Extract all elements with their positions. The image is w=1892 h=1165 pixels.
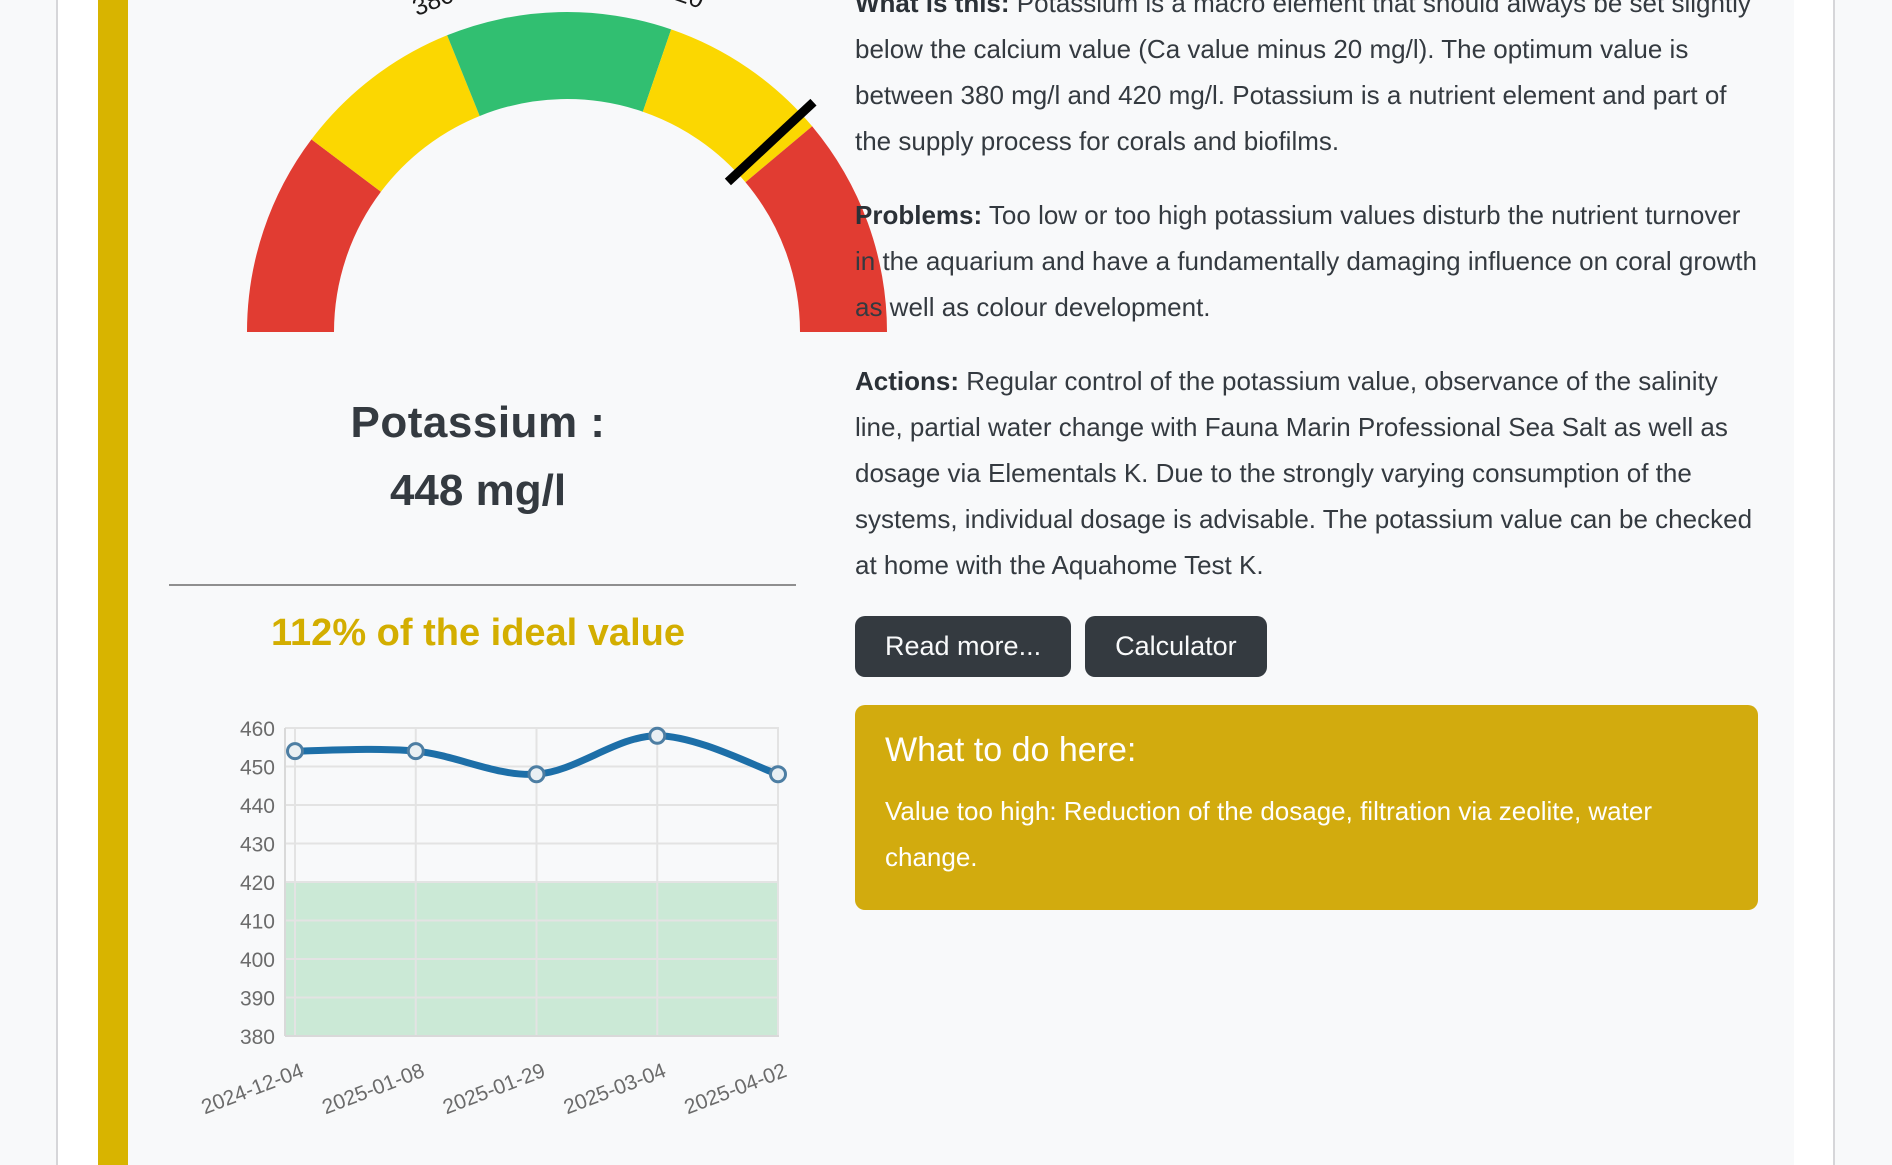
paragraph-text: Too low or too high potassium values dis… <box>855 200 1757 322</box>
info-column: What is this: Potassium is a macro eleme… <box>855 0 1760 1148</box>
accent-stripe <box>98 0 128 1165</box>
svg-text:2025-01-08: 2025-01-08 <box>319 1059 428 1119</box>
svg-text:2024-12-04: 2024-12-04 <box>198 1059 307 1119</box>
svg-text:380: 380 <box>409 0 458 22</box>
paragraph-label: Actions: <box>855 366 959 396</box>
ideal-value-percent: 112% of the ideal value <box>128 612 828 655</box>
potassium-gauge: 380 420 <box>237 0 927 345</box>
history-chart[interactable]: 3803904004104204304404504602024-12-04202… <box>185 703 845 1108</box>
parameter-title: Potassium : <box>128 398 828 448</box>
paragraph-what-is-this: What is this: Potassium is a macro eleme… <box>855 0 1760 164</box>
card-body: 380 420 Potassium : 448 mg/l 112% of the … <box>128 0 1794 1165</box>
svg-text:2025-01-29: 2025-01-29 <box>440 1059 549 1119</box>
paragraph-problems: Problems: Too low or too high potassium … <box>855 192 1760 330</box>
calculator-button[interactable]: Calculator <box>1085 616 1267 677</box>
read-more-button[interactable]: Read more... <box>855 616 1071 677</box>
svg-text:410: 410 <box>240 911 275 934</box>
svg-text:420: 420 <box>659 0 708 14</box>
svg-text:430: 430 <box>240 834 275 857</box>
svg-text:460: 460 <box>240 718 275 741</box>
divider <box>169 584 796 586</box>
paragraph-text: Potassium is a macro element that should… <box>855 0 1751 156</box>
advice-box: What to do here: Value too high: Reducti… <box>855 705 1758 910</box>
advice-text: Value too high: Reduction of the dosage,… <box>885 788 1715 880</box>
paragraph-actions: Actions: Regular control of the potassiu… <box>855 358 1760 588</box>
svg-text:390: 390 <box>240 988 275 1011</box>
button-row: Read more... Calculator <box>855 616 1760 677</box>
advice-title: What to do here: <box>885 731 1728 770</box>
svg-text:2025-03-04: 2025-03-04 <box>561 1059 670 1119</box>
svg-text:2025-04-02: 2025-04-02 <box>681 1059 790 1119</box>
svg-text:440: 440 <box>240 795 275 818</box>
paragraph-label: Problems: <box>855 200 982 230</box>
paragraph-text: Regular control of the potassium value, … <box>855 366 1752 580</box>
svg-text:380: 380 <box>240 1026 275 1049</box>
paragraph-label: What is this: <box>855 0 1010 18</box>
parameter-value: 448 mg/l <box>128 466 828 516</box>
gauge-column: 380 420 Potassium : 448 mg/l 112% of the … <box>128 0 858 1160</box>
page-background: 380 420 Potassium : 448 mg/l 112% of the … <box>0 0 1892 1165</box>
parameter-card: 380 420 Potassium : 448 mg/l 112% of the … <box>56 0 1835 1165</box>
svg-text:400: 400 <box>240 949 275 972</box>
svg-text:420: 420 <box>240 872 275 895</box>
svg-text:450: 450 <box>240 757 275 780</box>
